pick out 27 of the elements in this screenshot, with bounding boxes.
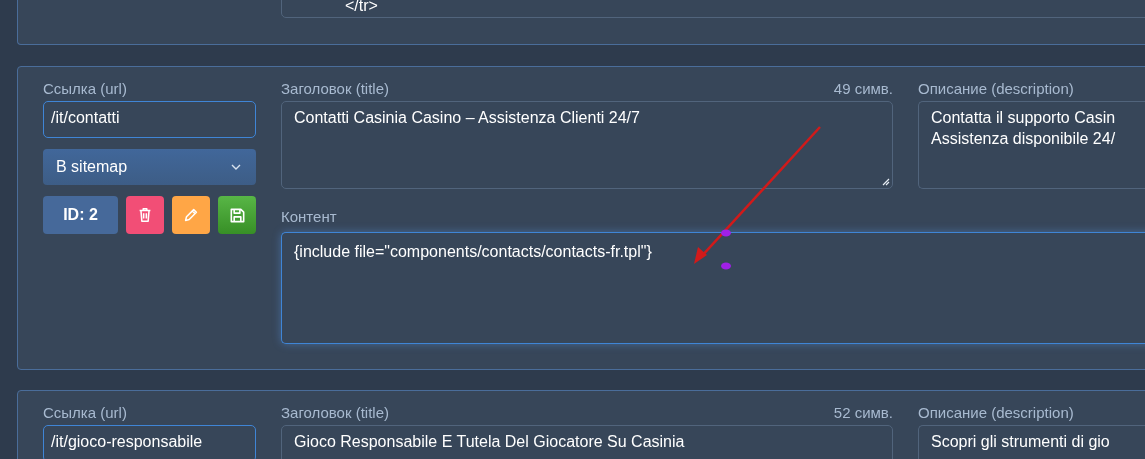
edit-button[interactable] [172,196,210,234]
content-field[interactable]: {include file="components/contacts/contacts-fr.tpl"} [281,232,1145,344]
field-label: Заголовок (title) [281,79,390,99]
resize-grip-icon[interactable] [882,178,890,186]
description-field[interactable]: Contatta il supporto Casin Assistenza disponibile 24/ [918,101,1145,189]
selection-handle[interactable] [721,262,731,270]
char-count: 52 симв. [833,403,893,423]
title-field[interactable]: Contatti Casinia Casino – Assistenza Clienti 24/7 [281,101,893,189]
url-field[interactable]: /it/gioco-responsabile [43,425,256,459]
selection-handle[interactable] [721,229,731,237]
field-label: Контент [281,207,337,227]
char-count: 49 симв. [833,79,893,99]
title-field[interactable]: Gioco Responsabile E Tutela Del Giocatore Su Casinia [281,425,893,459]
field-label: Описание (description) [918,79,1074,99]
description-field[interactable]: Scopri gli strumenti di gio [918,425,1145,459]
field-label: Описание (description) [918,403,1074,423]
url-field[interactable]: /it/contatti [43,101,256,138]
field-label: Ссылка (url) [43,79,128,99]
id-badge: ID: 2 [43,196,118,234]
delete-button[interactable] [126,196,164,234]
pencil-icon [182,206,200,224]
field-label: Ссылка (url) [43,403,128,423]
chevron-icon [231,164,241,170]
sitemap-select[interactable]: В sitemap [43,149,256,185]
save-button[interactable] [218,196,256,234]
field-label: Заголовок (title) [281,403,390,423]
content-field[interactable]: </tr> [281,0,1145,18]
